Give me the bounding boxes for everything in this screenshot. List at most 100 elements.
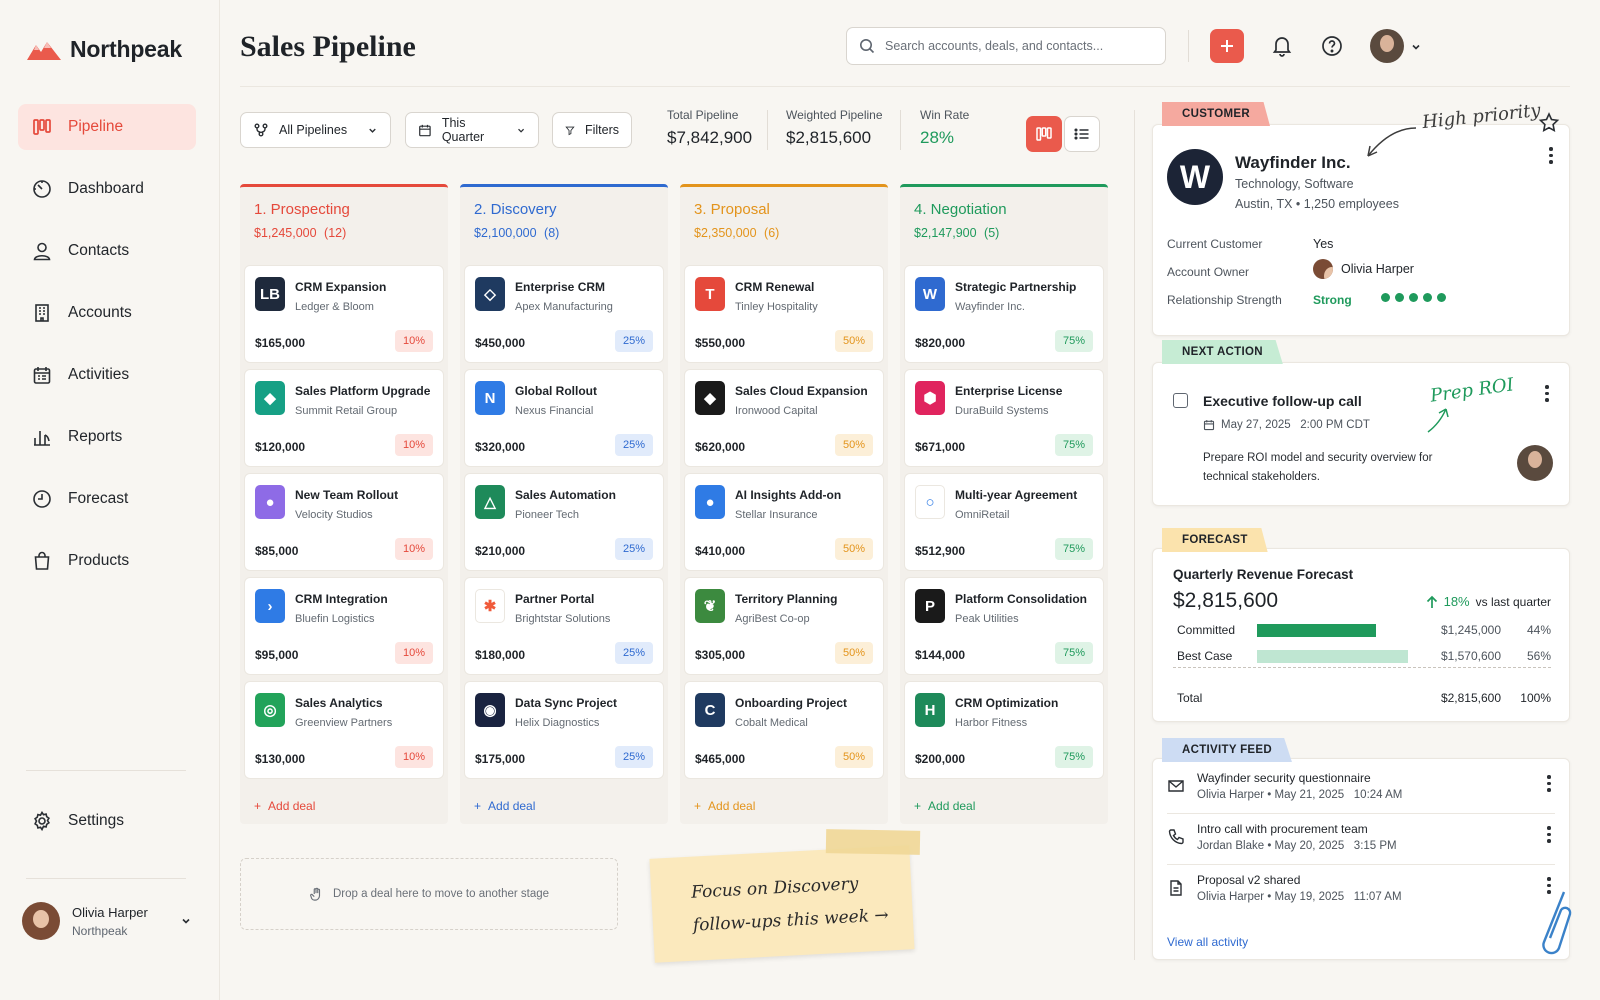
forecast-value: $2,815,600 (1173, 589, 1279, 612)
complete-checkbox[interactable] (1173, 393, 1188, 408)
company-logo-icon: LB (255, 277, 285, 311)
next-action-menu-button[interactable] (1545, 385, 1549, 402)
deal-card[interactable]: C Onboarding Project Cobalt Medical $465,00… (684, 681, 884, 779)
avatar (1313, 259, 1333, 279)
deal-card[interactable]: ◉ Data Sync Project Helix Diagnostics $175,… (464, 681, 664, 779)
probability-badge: 50% (835, 330, 873, 352)
activity-menu-button[interactable] (1547, 775, 1551, 792)
deal-amount: $210,000 (475, 544, 526, 558)
period-dropdown[interactable]: This Quarter (405, 112, 539, 148)
sidebar-item-pipeline[interactable]: Pipeline (18, 104, 196, 150)
activity-item[interactable]: Wayfinder security questionnaire Olivia H… (1153, 765, 1569, 817)
sidebar-item-reports[interactable]: Reports (18, 414, 196, 460)
pipelines-dropdown[interactable]: All Pipelines (240, 112, 391, 148)
probability-badge: 75% (1055, 642, 1093, 664)
dashboard-icon (33, 180, 51, 198)
chevron-down-icon[interactable] (1410, 41, 1422, 53)
deal-card[interactable]: ⬢ Enterprise License DuraBuild Systems $671… (904, 369, 1104, 467)
deal-card[interactable]: ❦ Territory Planning AgriBest Co-op $305,00… (684, 577, 884, 675)
activity-item[interactable]: Proposal v2 shared Olivia Harper • May 19… (1153, 867, 1569, 919)
deal-card[interactable]: ● New Team Rollout Velocity Studios $85,000… (244, 473, 444, 571)
activity-meta: Jordan Blake • May 20, 2025 3:15 PM (1197, 840, 1397, 852)
sticky-note: Focus on Discovery follow-ups this week … (649, 845, 915, 963)
column-count: (5) (984, 226, 1000, 240)
deal-title: Onboarding Project (735, 696, 848, 710)
user-menu[interactable]: Olivia Harper Northpeak (22, 902, 192, 940)
bell-icon[interactable] (1270, 34, 1294, 58)
sidebar-item-accounts[interactable]: Accounts (18, 290, 196, 336)
add-deal-label: Add deal (488, 799, 536, 813)
activity-menu-button[interactable] (1547, 826, 1551, 843)
header-divider (240, 86, 1570, 87)
plus-icon: + (474, 799, 482, 813)
view-all-activity-link[interactable]: View all activity (1167, 935, 1248, 949)
chevron-down-icon (517, 128, 524, 133)
deal-card[interactable]: T CRM Renewal Tinley Hospitality $550,000 50… (684, 265, 884, 363)
deal-title: Sales Automation (515, 488, 616, 502)
deal-company: Ironwood Capital (735, 405, 818, 417)
sidebar-item-contacts[interactable]: Contacts (18, 228, 196, 274)
strength-dot (1437, 293, 1446, 302)
filters-button[interactable]: Filters (552, 112, 632, 148)
deal-card[interactable]: W Strategic Partnership Wayfinder Inc. $820… (904, 265, 1104, 363)
search-input[interactable] (885, 39, 1145, 53)
activity-divider (1167, 813, 1555, 814)
help-icon[interactable] (1320, 34, 1344, 58)
activity-item[interactable]: Intro call with procurement team Jordan B… (1153, 816, 1569, 868)
deal-card[interactable]: P Platform Consolidation Peak Utilities $14… (904, 577, 1104, 675)
account-owner-value[interactable]: Olivia Harper (1313, 259, 1414, 279)
deal-amount: $175,000 (475, 752, 526, 766)
deal-company: Velocity Studios (295, 509, 373, 521)
deal-amount: $820,000 (915, 336, 966, 350)
deal-card[interactable]: ○ Multi-year Agreement OmniRetail $512,900 7… (904, 473, 1104, 571)
activity-divider (1167, 864, 1555, 865)
probability-badge: 50% (835, 746, 873, 768)
sidebar-item-products[interactable]: Products (18, 538, 196, 584)
sidebar-item-forecast[interactable]: Forecast (18, 476, 196, 522)
add-deal-button[interactable]: + Add deal (914, 799, 975, 813)
app-logo[interactable]: Northpeak (26, 36, 182, 63)
stat-value: $7,842,900 (667, 128, 753, 147)
board-view-button[interactable] (1026, 116, 1062, 152)
deal-title: Strategic Partnership (955, 280, 1077, 294)
deal-card[interactable]: ◎ Sales Analytics Greenview Partners $130,0… (244, 681, 444, 779)
deal-title: AI Insights Add-on (735, 488, 842, 502)
drop-zone[interactable]: Drop a deal here to move to another stag… (240, 858, 618, 930)
sidebar-item-label: Pipeline (68, 118, 124, 135)
pin-icon[interactable] (1538, 112, 1560, 134)
deal-card[interactable]: ◆ Sales Cloud Expansion Ironwood Capital $6… (684, 369, 884, 467)
sidebar-item-label: Forecast (68, 490, 129, 507)
deal-card[interactable]: ◆ Sales Platform Upgrade Summit Retail Gro… (244, 369, 444, 467)
list-view-button[interactable] (1064, 116, 1100, 152)
deal-title: Territory Planning (735, 592, 838, 606)
deal-card[interactable]: ◇ Enterprise CRM Apex Manufacturing $450,00… (464, 265, 664, 363)
contacts-icon (33, 242, 51, 261)
relationship-strength-value: Strong (1313, 293, 1352, 307)
add-deal-button[interactable]: + Add deal (474, 799, 535, 813)
products-icon (34, 551, 50, 570)
sidebar-item-settings[interactable]: Settings (18, 798, 196, 844)
column-summary: $2,100,000 (8) (474, 226, 654, 240)
pipeline-column: 2. Discovery $2,100,000 (8) ◇ Enterprise CR… (460, 184, 668, 824)
probability-badge: 25% (615, 642, 653, 664)
deal-card[interactable]: ✱ Partner Portal Brightstar Solutions $180,… (464, 577, 664, 675)
deal-amount: $450,000 (475, 336, 526, 350)
search-bar[interactable] (846, 27, 1166, 65)
add-button[interactable] (1210, 29, 1244, 63)
deal-card[interactable]: ● AI Insights Add-on Stellar Insurance $410… (684, 473, 884, 571)
deal-card[interactable]: △ Sales Automation Pioneer Tech $210,000 25% (464, 473, 664, 571)
deal-card[interactable]: N Global Rollout Nexus Financial $320,000 25… (464, 369, 664, 467)
profile-avatar[interactable] (1370, 29, 1404, 63)
add-deal-button[interactable]: + Add deal (254, 799, 315, 813)
sidebar-item-dashboard[interactable]: Dashboard (18, 166, 196, 212)
customer-menu-button[interactable] (1549, 147, 1553, 164)
probability-badge: 25% (615, 746, 653, 768)
deal-company: Wayfinder Inc. (955, 301, 1025, 313)
probability-badge: 10% (395, 330, 433, 352)
deal-card[interactable]: LB CRM Expansion Ledger & Bloom $165,000 10% (244, 265, 444, 363)
add-deal-button[interactable]: + Add deal (694, 799, 755, 813)
forecast-row-pct: 44% (1526, 623, 1551, 637)
deal-card[interactable]: › CRM Integration Bluefin Logistics $95,000… (244, 577, 444, 675)
sidebar-item-activities[interactable]: Activities (18, 352, 196, 398)
deal-card[interactable]: H CRM Optimization Harbor Fitness $200,000 7… (904, 681, 1104, 779)
